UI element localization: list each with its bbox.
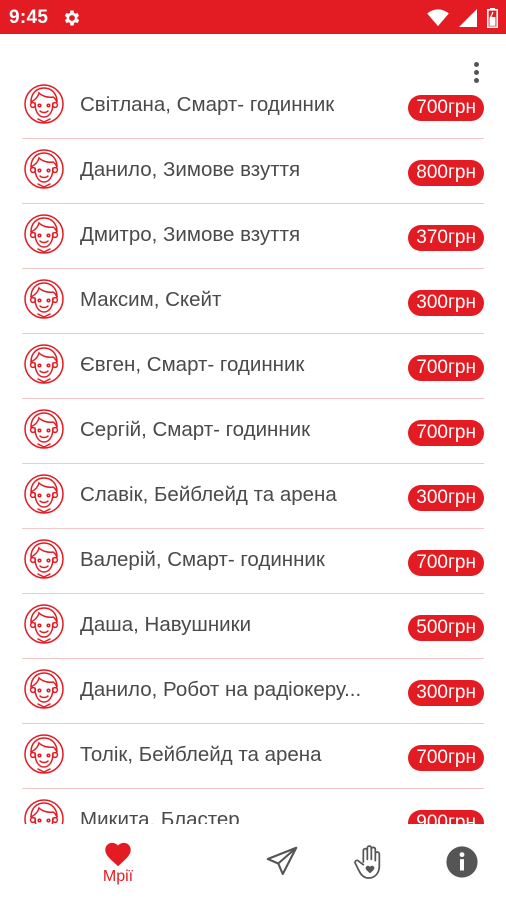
price-badge: 300грн [408, 680, 484, 706]
child-avatar-icon [24, 409, 64, 449]
list-item[interactable]: Толік, Бейблейд та арена 700грн [22, 724, 484, 789]
nav-info[interactable] [430, 824, 494, 900]
wifi-icon [427, 9, 449, 27]
price-badge: 700грн [408, 355, 484, 381]
list-item[interactable]: Євген, Смарт- годинник 700грн [22, 334, 484, 399]
price-badge: 700грн [408, 550, 484, 576]
heart-icon [105, 842, 131, 866]
dream-list: Світлана, Смарт- годинник 700грн Данило,… [0, 74, 506, 824]
list-item[interactable]: Даша, Навушники 500грн [22, 594, 484, 659]
bottom-navigation: Мрії [0, 824, 506, 900]
price-badge: 500грн [408, 615, 484, 641]
price-badge: 700грн [408, 95, 484, 121]
list-item[interactable]: Славік, Бейблейд та арена 300грн [22, 464, 484, 529]
price-badge: 370грн [408, 225, 484, 251]
status-bar: 9:45 [0, 0, 506, 34]
list-item[interactable]: Світлана, Смарт- годинник 700грн [22, 74, 484, 139]
send-icon [266, 846, 298, 876]
list-item[interactable]: Сергій, Смарт- годинник 700грн [22, 399, 484, 464]
dream-title: Данило, Зимове взуття [80, 158, 301, 181]
dream-title: Сергій, Смарт- годинник [80, 418, 311, 441]
list-item[interactable]: Валерій, Смарт- годинник 700грн [22, 529, 484, 594]
child-avatar-icon [24, 279, 64, 319]
dream-title: Максим, Скейт [80, 288, 222, 311]
price-badge: 300грн [408, 485, 484, 511]
nav-send[interactable] [252, 824, 312, 900]
child-avatar-icon [24, 344, 64, 384]
list-item[interactable]: Максим, Скейт 300грн [22, 269, 484, 334]
child-avatar-icon [24, 799, 64, 824]
dream-title: Євген, Смарт- годинник [80, 353, 305, 376]
child-avatar-icon [24, 474, 64, 514]
list-item[interactable]: Дмитро, Зимове взуття 370грн [22, 204, 484, 269]
status-icons [427, 8, 498, 28]
child-avatar-icon [24, 604, 64, 644]
child-avatar-icon [24, 539, 64, 579]
price-badge: 700грн [408, 745, 484, 771]
dream-title: Данило, Робот на радіокеру... [80, 678, 362, 701]
dream-title: Славік, Бейблейд та арена [80, 483, 337, 506]
settings-gear-icon [64, 10, 80, 26]
dream-title: Світлана, Смарт- годинник [80, 93, 335, 116]
nav-help[interactable] [340, 824, 400, 900]
child-avatar-icon [24, 669, 64, 709]
price-badge: 700грн [408, 420, 484, 446]
child-avatar-icon [24, 149, 64, 189]
child-avatar-icon [24, 84, 64, 124]
list-item[interactable]: Микита, Бластер 900грн [22, 789, 484, 824]
battery-icon [487, 8, 498, 28]
dream-title: Толік, Бейблейд та арена [80, 743, 322, 766]
price-badge: 300грн [408, 290, 484, 316]
dream-title: Даша, Навушники [80, 613, 252, 636]
dream-title: Микита, Бластер [80, 808, 240, 824]
price-badge: 800грн [408, 160, 484, 186]
child-avatar-icon [24, 214, 64, 254]
signal-icon [459, 9, 477, 27]
child-avatar-icon [24, 734, 64, 774]
status-time: 9:45 [9, 7, 49, 28]
list-item[interactable]: Данило, Зимове взуття 800грн [22, 139, 484, 204]
price-badge: 900грн [408, 810, 484, 824]
nav-dreams-label: Мрії [102, 867, 134, 885]
list-item[interactable]: Данило, Робот на радіокеру... 300грн [22, 659, 484, 724]
info-icon [446, 846, 478, 878]
hand-heart-icon [354, 845, 381, 879]
dream-title: Валерій, Смарт- годинник [80, 548, 325, 571]
dream-title: Дмитро, Зимове взуття [80, 223, 301, 246]
nav-dreams[interactable]: Мрії [86, 824, 150, 900]
